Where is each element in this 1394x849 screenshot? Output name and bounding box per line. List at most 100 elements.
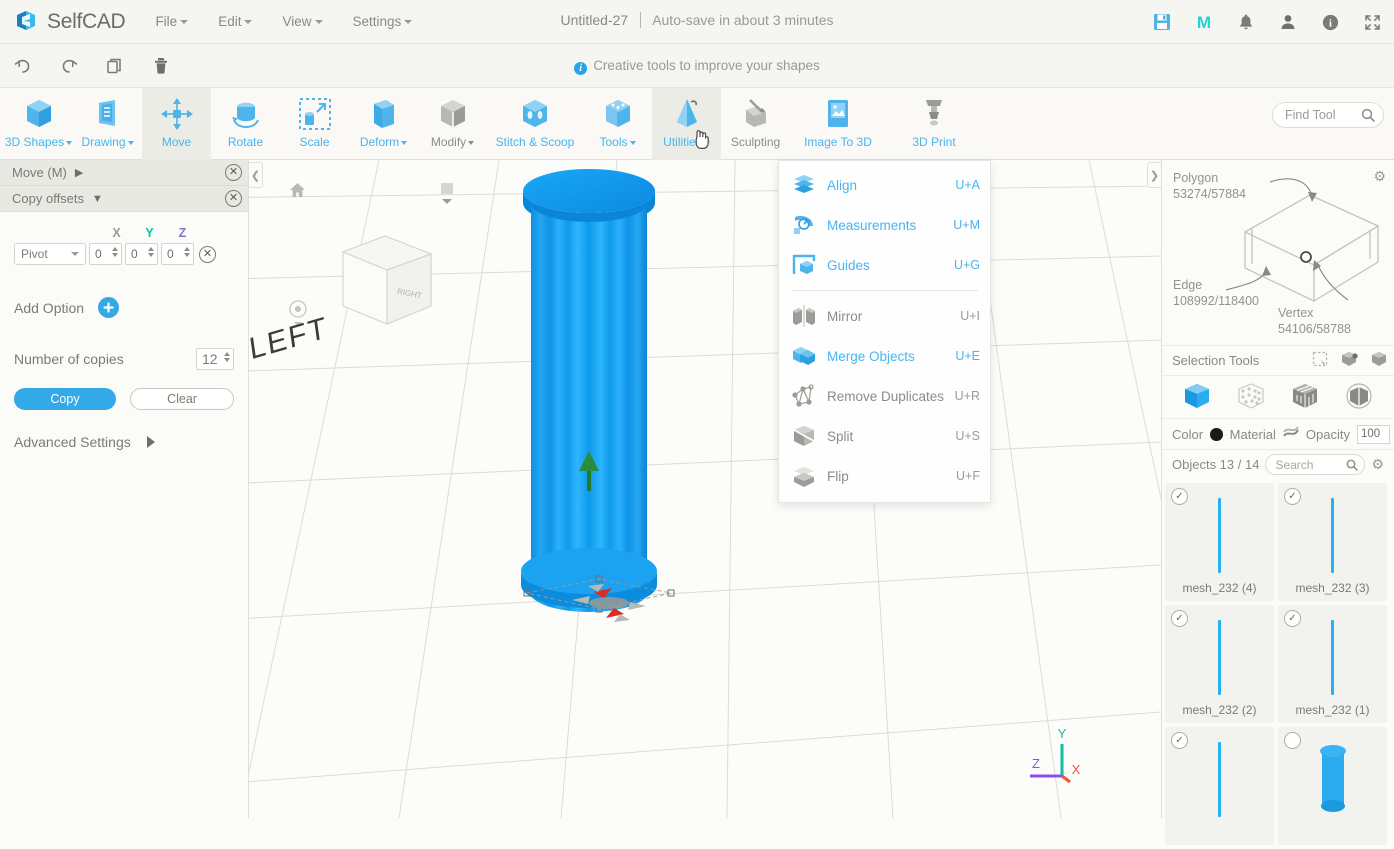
menu-item-flip[interactable]: Flip U+F [779, 456, 990, 496]
mode-polygon-icon[interactable] [1290, 381, 1320, 414]
axis-label-y: Y [145, 226, 154, 240]
opacity-input[interactable]: 100 [1356, 424, 1390, 444]
advanced-settings-row[interactable]: Advanced Settings [14, 434, 234, 450]
ribbon-deform[interactable]: Deform [349, 88, 418, 160]
find-tool-search[interactable]: Find Tool [1272, 102, 1384, 128]
polygon-stat: Polygon 53274/57884 [1173, 170, 1246, 202]
ribbon-sculpting[interactable]: Sculpting [721, 88, 790, 160]
menu-item-measurements[interactable]: Measurements U+M [779, 205, 990, 245]
copy-offsets-title: Copy offsets [12, 191, 85, 206]
viewcube-left-label: LEFT [249, 311, 349, 366]
ribbon-modify[interactable]: Modify [418, 88, 487, 160]
ribbon-stitch-scoop[interactable]: Stitch & Scoop [487, 88, 583, 160]
object-card-4[interactable]: ✓ mesh_232 (1) [1278, 605, 1387, 723]
ribbon-tools[interactable]: Tools [583, 88, 652, 160]
number-of-copies-input[interactable]: 12 [196, 348, 234, 370]
selection-tools-bar: Selection Tools [1162, 345, 1394, 375]
ribbon-3d-shapes[interactable]: 3D Shapes [4, 88, 73, 160]
ribbon-3d-print[interactable]: 3D Print [886, 88, 982, 160]
info-icon[interactable]: i [1320, 12, 1340, 32]
rectangle-select-icon[interactable] [1312, 351, 1328, 370]
menu-file[interactable]: File [155, 14, 189, 29]
ribbon-image-to-3d[interactable]: Image To 3D [790, 88, 886, 160]
menu-item-merge-objects-label: Merge Objects [827, 348, 915, 364]
chevron-down-icon [244, 20, 253, 25]
home-view-icon[interactable] [289, 182, 306, 203]
object-card-5[interactable]: ✓ [1165, 727, 1274, 845]
close-copy-offsets-button[interactable]: ✕ [225, 190, 242, 207]
ribbon-drawing[interactable]: Drawing [73, 88, 142, 160]
axis-label-z: Z [178, 226, 187, 240]
autosave-status: Auto-save in about 3 minutes [652, 12, 834, 28]
modify-icon [435, 94, 471, 134]
vertex-value: 54106/58788 [1278, 322, 1351, 336]
number-of-copies-stepper[interactable] [224, 352, 230, 362]
user-account-icon[interactable] [1278, 12, 1298, 32]
object-card-1[interactable]: ✓ mesh_232 (4) [1165, 483, 1274, 601]
move-gizmo-planar[interactable] [564, 578, 654, 628]
menu-settings[interactable]: Settings [353, 14, 413, 29]
mode-vertex-icon[interactable] [1236, 381, 1266, 414]
magic-m-icon[interactable]: M [1194, 12, 1214, 32]
right-properties-panel: ⚙ Polygon 53274/57884 Edge 108992/118400… [1161, 160, 1394, 845]
menu-item-align[interactable]: Align U+A [779, 165, 990, 205]
menu-view[interactable]: View [282, 14, 323, 29]
notification-bell-icon[interactable] [1236, 12, 1256, 32]
objects-search-input[interactable]: Search [1265, 454, 1366, 475]
clear-button[interactable]: Clear [130, 388, 234, 410]
expand-arrow-icon[interactable]: ▶ [75, 166, 83, 179]
cylinder-model-object[interactable] [519, 165, 739, 635]
add-option-button[interactable] [98, 297, 120, 318]
ribbon-scale[interactable]: Scale [280, 88, 349, 160]
menu-item-split[interactable]: Split U+S [779, 416, 990, 456]
ribbon-drawing-label: Drawing [81, 135, 134, 149]
mode-edge-icon[interactable] [1344, 381, 1374, 414]
remove-offset-button[interactable]: ✕ [199, 245, 216, 263]
offset-z-input[interactable]: 0 [161, 243, 194, 265]
object-name: mesh_232 (1) [1295, 703, 1370, 717]
object-card-6[interactable] [1278, 727, 1387, 845]
copy-button[interactable]: Copy [14, 388, 116, 410]
ribbon-stitch-scoop-label: Stitch & Scoop [495, 135, 575, 149]
pivot-select[interactable]: Pivot [14, 243, 86, 265]
ribbon-rotate-label: Rotate [227, 135, 264, 149]
offset-y-stepper[interactable] [148, 247, 154, 257]
object-select-icon[interactable] [1340, 350, 1358, 371]
top-icon-group: M i [1152, 0, 1382, 44]
move-tool-title: Move (M) [12, 165, 67, 180]
offset-y-input[interactable]: 0 [125, 243, 158, 265]
material-icon[interactable] [1283, 425, 1299, 443]
info-dot-icon: i [574, 62, 588, 75]
object-name: mesh_232 (2) [1182, 703, 1257, 717]
offset-x-input[interactable]: 0 [89, 243, 122, 265]
chevron-down-icon [401, 140, 408, 145]
ribbon-move[interactable]: Move [142, 88, 211, 160]
menu-item-mirror[interactable]: Mirror U+I [779, 296, 990, 336]
object-card-2[interactable]: ✓ mesh_232 (3) [1278, 483, 1387, 601]
brand-logo[interactable]: SelfCAD [0, 9, 126, 35]
save-icon[interactable] [1152, 12, 1172, 32]
collapse-right-panel-button[interactable]: ❯ [1147, 162, 1161, 188]
ribbon-scale-label: Scale [299, 135, 330, 149]
close-move-tool-button[interactable]: ✕ [225, 164, 242, 181]
collapse-arrow-icon[interactable]: ▼ [92, 193, 103, 205]
viewport-top-handle-icon[interactable] [439, 182, 455, 207]
box-select-icon[interactable] [1370, 350, 1388, 371]
3d-viewport[interactable]: ❮ ❯ RIGHT LEFT Y Z X [249, 160, 1161, 818]
menu-settings-label: Settings [352, 14, 402, 29]
menu-edit[interactable]: Edit [218, 14, 253, 29]
object-card-3[interactable]: ✓ mesh_232 (2) [1165, 605, 1274, 723]
objects-settings-gear-icon[interactable]: ⚙ [1371, 456, 1384, 473]
mode-object-icon[interactable] [1182, 381, 1212, 414]
menu-item-remove-duplicates[interactable]: Remove Duplicates U+R [779, 376, 990, 416]
offset-x-stepper[interactable] [112, 247, 118, 257]
fullscreen-icon[interactable] [1362, 12, 1382, 32]
ribbon-utilities[interactable]: Utilities [652, 88, 721, 160]
color-swatch[interactable] [1210, 427, 1223, 441]
offset-z-stepper[interactable] [184, 247, 190, 257]
ribbon-rotate[interactable]: Rotate [211, 88, 280, 160]
svg-text:X: X [1072, 762, 1081, 777]
menu-item-merge-objects[interactable]: Merge Objects U+E [779, 336, 990, 376]
collapse-left-panel-button[interactable]: ❮ [249, 162, 263, 188]
menu-item-guides[interactable]: Guides U+G [779, 245, 990, 285]
